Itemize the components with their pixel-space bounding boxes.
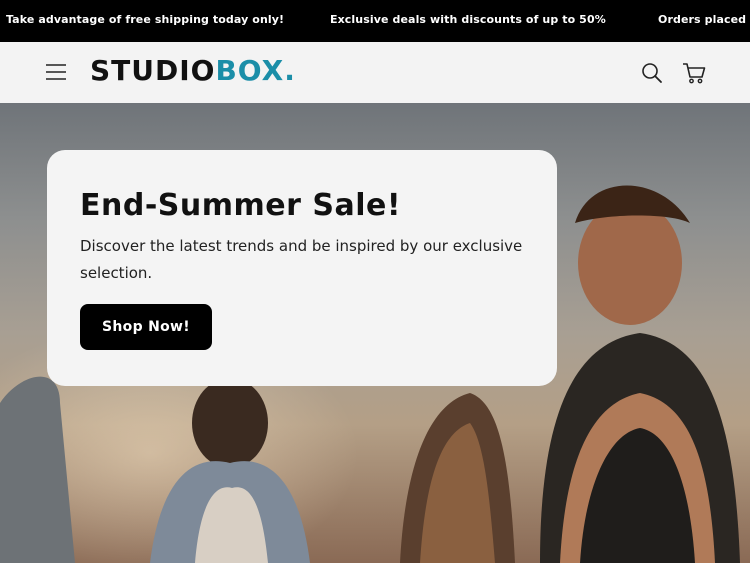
logo-accent-text: BOX. [215, 54, 296, 87]
hero-banner: End-Summer Sale! Discover the latest tre… [0, 103, 750, 563]
announcement-message: Take advantage of free shipping today on… [6, 13, 285, 26]
site-header: STUDIOBOX. [0, 42, 750, 103]
announcement-message: Orders placed b [658, 13, 750, 26]
hero-description: Discover the latest trends and be inspir… [80, 237, 523, 282]
logo-main-text: STUDIO [90, 54, 216, 87]
menu-icon[interactable] [44, 61, 68, 83]
announcement-bar: Take advantage of free shipping today on… [0, 0, 750, 42]
shop-now-button[interactable]: Shop Now! [80, 304, 212, 350]
search-icon[interactable] [640, 61, 664, 85]
promo-card: End-Summer Sale! Discover the latest tre… [47, 150, 557, 386]
announcement-message: Exclusive deals with discounts of up to … [330, 13, 606, 26]
hero-title: End-Summer Sale! [80, 188, 402, 223]
site-logo[interactable]: STUDIOBOX. [90, 54, 296, 87]
cart-icon[interactable] [681, 60, 707, 86]
